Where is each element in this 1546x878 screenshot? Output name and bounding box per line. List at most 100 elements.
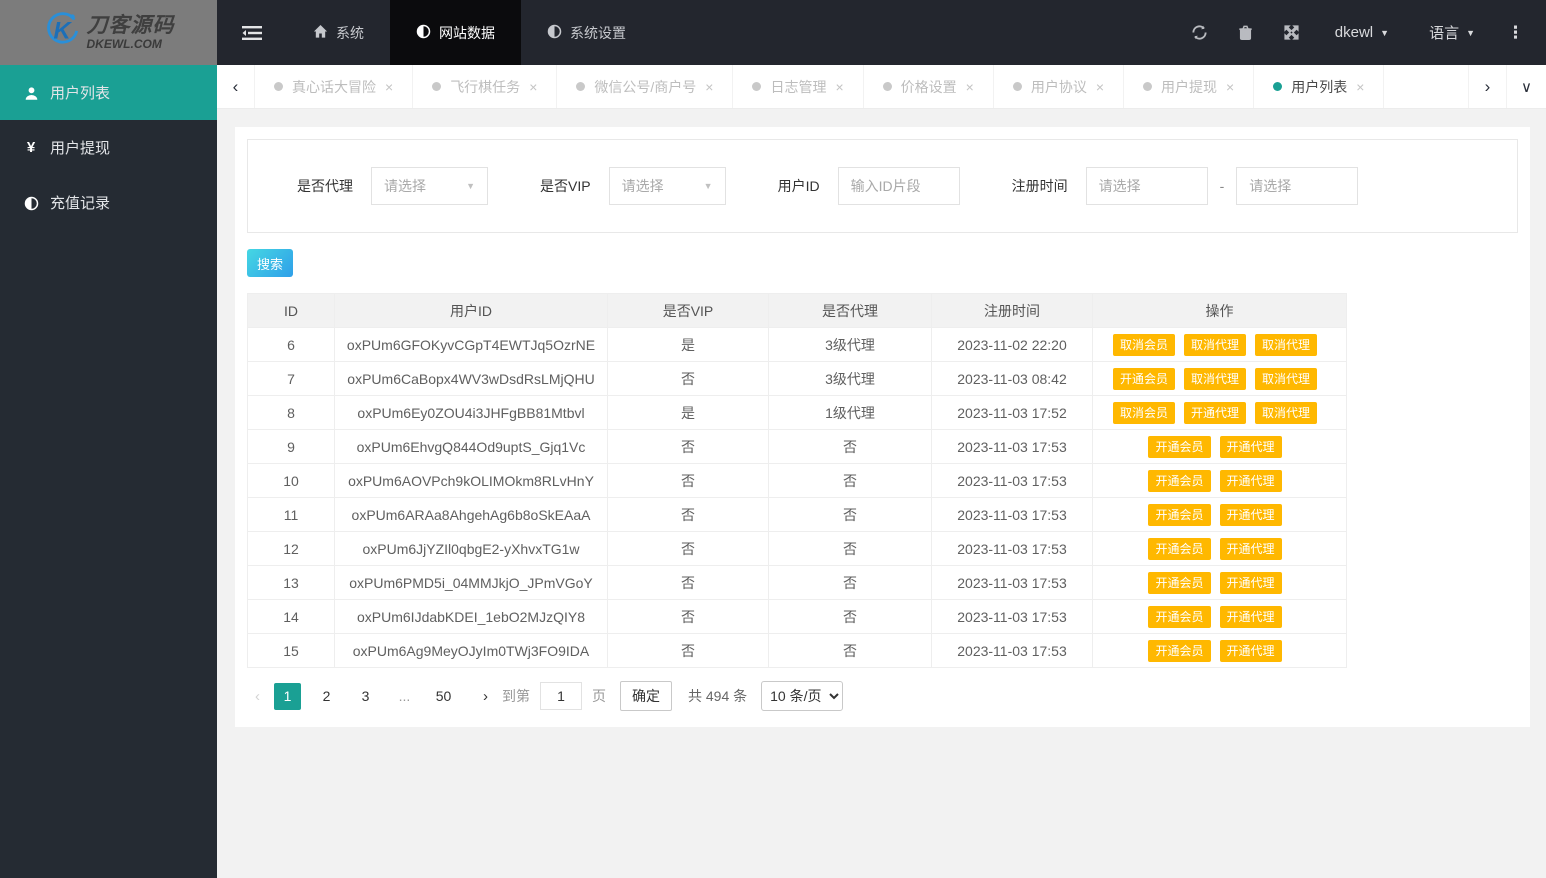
collapse-sidebar-icon[interactable] [217, 0, 287, 65]
table-row: 10 oxPUm6AOVPch9kOLIMOkm8RLvHnY 否否 2023-11-… [247, 463, 1347, 498]
sidebar-item-2[interactable]: ¥ 用户提现 [0, 120, 217, 175]
nav-item-3[interactable]: 系统设置 [521, 0, 652, 65]
page-jump-confirm-button[interactable]: 确定 [620, 681, 672, 711]
tab-close-icon[interactable]: × [966, 79, 974, 95]
trash-icon[interactable] [1223, 0, 1269, 65]
tab-item-5[interactable]: 价格设置 × [864, 65, 994, 108]
column-header-1: ID [247, 293, 335, 328]
cell-actions: 开通会员 开通代理 [1092, 565, 1347, 600]
action-button[interactable]: 开通代理 [1219, 469, 1282, 492]
tab-menu-icon[interactable]: ∨ [1506, 65, 1546, 108]
page-size-select[interactable]: 10 条/页 [761, 681, 844, 711]
chevron-down-icon: ▼ [703, 181, 713, 191]
page-ellipsis: ... [398, 687, 411, 704]
tab-item-2[interactable]: 飞行棋任务 × [413, 65, 558, 108]
cell-id: 10 [247, 463, 335, 498]
tab-close-icon[interactable]: × [1096, 79, 1104, 95]
column-header-6: 操作 [1092, 293, 1347, 328]
action-button[interactable]: 开通代理 [1219, 435, 1282, 458]
userid-filter-input[interactable] [837, 167, 960, 205]
kebab-menu-icon[interactable]: ⋮ [1495, 23, 1536, 43]
date-range-separator: - [1219, 178, 1225, 194]
tab-close-icon[interactable]: × [1226, 79, 1234, 95]
cell-actions: 开通会员 开通代理 [1092, 429, 1347, 464]
page-number-button[interactable]: 1 [274, 682, 301, 710]
page-prev-icon[interactable]: ‹ [255, 688, 260, 705]
action-button[interactable]: 开通代理 [1219, 537, 1282, 560]
action-button[interactable]: 开通会员 [1148, 469, 1211, 492]
home-icon [313, 24, 328, 42]
userid-filter-label: 用户ID [777, 178, 820, 194]
yen-icon: ¥ [26, 139, 36, 156]
tab-close-icon[interactable]: × [705, 79, 713, 95]
tab-close-icon[interactable]: × [385, 79, 393, 95]
sidebar-item-3[interactable]: 充值记录 [0, 175, 217, 230]
action-button[interactable]: 开通会员 [1112, 367, 1175, 390]
cell-actions: 开通会员 开通代理 [1092, 599, 1347, 634]
tab-status-dot [576, 82, 586, 91]
action-button[interactable]: 开通代理 [1219, 571, 1282, 594]
agent-filter-label: 是否代理 [297, 178, 353, 194]
tab-item-3[interactable]: 微信公号/商户号 × [557, 65, 734, 108]
action-button[interactable]: 开通代理 [1219, 639, 1282, 662]
regtime-to-input[interactable] [1236, 167, 1359, 205]
page-next-icon[interactable]: › [483, 688, 488, 705]
cell-agent: 否 [768, 497, 932, 532]
sidebar-item-1[interactable]: 用户列表 [0, 65, 217, 120]
action-button[interactable]: 取消会员 [1112, 401, 1175, 424]
action-button[interactable]: 开通代理 [1219, 605, 1282, 628]
tab-item-4[interactable]: 日志管理 × [733, 65, 864, 108]
action-button[interactable]: 开通会员 [1148, 571, 1211, 594]
cell-actions: 开通会员 开通代理 [1092, 633, 1347, 668]
regtime-from-input[interactable] [1085, 167, 1208, 205]
action-button[interactable]: 开通会员 [1148, 537, 1211, 560]
vip-filter-select[interactable]: 请选择 ▼ [608, 167, 726, 205]
action-button[interactable]: 开通代理 [1219, 503, 1282, 526]
tab-close-icon[interactable]: × [529, 79, 537, 95]
search-button[interactable]: 搜索 [247, 249, 293, 277]
user-menu[interactable]: dkewl ▼ [1315, 24, 1409, 41]
action-button[interactable]: 开通代理 [1183, 401, 1246, 424]
page-number-button[interactable]: 50 [430, 683, 457, 710]
action-button[interactable]: 开通会员 [1148, 639, 1211, 662]
fullscreen-icon[interactable] [1269, 0, 1315, 65]
tab-item-1[interactable]: 真心话大冒险 × [255, 65, 414, 108]
action-button[interactable]: 开通会员 [1148, 435, 1211, 458]
action-button[interactable]: 取消代理 [1255, 333, 1318, 356]
page-number-button[interactable]: 2 [313, 683, 340, 710]
tab-label: 价格设置 [900, 78, 957, 95]
action-button[interactable]: 取消代理 [1255, 401, 1318, 424]
action-button[interactable]: 取消代理 [1255, 367, 1318, 390]
page-jump-input[interactable] [540, 682, 582, 710]
action-button[interactable]: 取消代理 [1183, 367, 1246, 390]
cell-id: 9 [247, 429, 335, 464]
language-menu[interactable]: 语言 ▼ [1409, 22, 1495, 43]
logo-subtitle: DKEWL.COM [86, 37, 162, 51]
tab-item-8[interactable]: 用户列表 × [1254, 65, 1385, 108]
refresh-icon[interactable] [1177, 0, 1223, 65]
action-button[interactable]: 取消会员 [1112, 333, 1175, 356]
tab-item-7[interactable]: 用户提现 × [1124, 65, 1255, 108]
tab-label: 飞行棋任务 [450, 78, 521, 95]
agent-filter-select[interactable]: 请选择 ▼ [371, 167, 488, 205]
action-button[interactable]: 开通会员 [1148, 503, 1211, 526]
tab-close-icon[interactable]: × [835, 79, 843, 95]
cell-reg-time: 2023-11-03 17:53 [931, 633, 1093, 668]
page-number-button[interactable]: 3 [352, 683, 379, 710]
tab-scroll-left-icon[interactable]: ‹ [217, 65, 255, 108]
action-button[interactable]: 取消代理 [1183, 333, 1246, 356]
main-area: ‹ 真心话大冒险 × 飞行棋任务 × 微信公号/商户号 × 日志管理 × 价格设置 × 用户协议 × 用… [217, 65, 1546, 878]
nav-item-label: 系统设置 [570, 24, 626, 41]
action-button[interactable]: 开通会员 [1148, 605, 1211, 628]
table-row: 11 oxPUm6ARAa8AhgehAg6b8oSkEAaA 否否 2023-11-… [247, 497, 1347, 532]
tab-close-icon[interactable]: × [1356, 79, 1364, 95]
cell-vip: 否 [607, 429, 769, 464]
cell-user-id: oxPUm6ARAa8AhgehAg6b8oSkEAaA [334, 497, 608, 532]
tab-scroll-right-icon[interactable]: › [1468, 65, 1506, 108]
nav-item-2[interactable]: 网站数据 [390, 0, 521, 65]
cell-reg-time: 2023-11-03 17:53 [931, 497, 1093, 532]
tab-label: 用户提现 [1161, 78, 1218, 95]
nav-item-1[interactable]: 系统 [287, 0, 390, 65]
tab-item-6[interactable]: 用户协议 × [994, 65, 1125, 108]
cell-id: 15 [247, 633, 335, 668]
